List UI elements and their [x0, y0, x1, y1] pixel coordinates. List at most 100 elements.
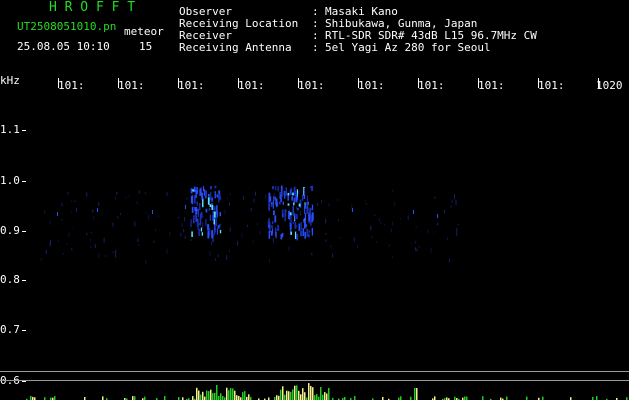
- meteor-echo-speck: [280, 196, 282, 203]
- noise-speck: [74, 200, 76, 202]
- meteor-echo-speck: [300, 222, 302, 231]
- noise-speck: [115, 196, 116, 200]
- meteor-echo-speck: [271, 228, 273, 234]
- meteor-echo-speck: [276, 199, 278, 208]
- meteor-echo-speck: [301, 194, 304, 201]
- histogram-bar: [248, 394, 250, 400]
- meteor-echo-speck: [219, 229, 222, 234]
- noise-speck: [137, 238, 139, 243]
- meteor-echo-speck: [211, 197, 213, 202]
- noise-speck: [117, 216, 119, 219]
- meteor-echo-speck: [196, 201, 198, 206]
- histogram-bar: [416, 388, 418, 400]
- noise-speck: [71, 248, 73, 251]
- meteor-echo-speck: [213, 230, 216, 235]
- noise-speck: [202, 225, 204, 228]
- time-tick-mark: [598, 78, 599, 88]
- noise-speck: [181, 222, 183, 228]
- meteor-echo-speck: [213, 207, 216, 210]
- frequency-unit-label: kHz: [0, 74, 20, 87]
- noise-speck: [390, 228, 392, 233]
- histogram-bar: [300, 394, 302, 400]
- noise-speck: [186, 197, 188, 200]
- meteor-echo-speck: [278, 201, 281, 205]
- noise-speck: [337, 199, 339, 201]
- noise-speck: [456, 227, 458, 232]
- noise-speck: [374, 214, 376, 217]
- noise-speck: [62, 253, 64, 255]
- meteor-echo-speck: [268, 218, 270, 223]
- meteor-echo-speck: [201, 232, 203, 236]
- noise-speck: [89, 239, 91, 242]
- noise-speck: [364, 200, 366, 202]
- histogram-bar: [482, 396, 484, 400]
- noise-speck: [321, 200, 323, 203]
- meteor-echo-speck: [272, 200, 274, 209]
- noise-speck: [392, 221, 394, 226]
- histogram-bar: [276, 395, 278, 400]
- noise-speck: [40, 258, 42, 261]
- noise-speck: [116, 192, 118, 195]
- noise-speck: [274, 193, 275, 196]
- meteor-echo-speck: [294, 213, 296, 220]
- histogram-top-line: [0, 371, 629, 372]
- noise-speck: [202, 216, 204, 218]
- meteor-echo-speck: [216, 228, 218, 235]
- meteor-echo-speck: [306, 195, 308, 202]
- histogram-bar: [236, 395, 238, 400]
- histogram-bar: [298, 390, 300, 400]
- meteor-echo-speck: [291, 196, 293, 201]
- noise-speck: [325, 218, 327, 224]
- meteor-echo-speck: [296, 214, 298, 220]
- noise-speck: [418, 245, 420, 248]
- meteor-echo-speck: [199, 203, 201, 211]
- meteor-echo-speck: [211, 230, 214, 239]
- meteor-echo-speck: [205, 208, 208, 213]
- noise-speck: [145, 211, 147, 214]
- meteor-echo-speck: [198, 228, 200, 236]
- noise-speck: [166, 192, 168, 196]
- noise-speck: [415, 247, 416, 251]
- histogram-bar: [218, 396, 220, 400]
- noise-speck: [446, 237, 448, 240]
- meteor-echo-speck: [303, 188, 305, 195]
- noise-speck: [265, 194, 267, 200]
- noise-speck: [136, 201, 138, 204]
- noise-speck: [190, 239, 192, 242]
- noise-speck: [246, 224, 248, 227]
- noise-speck: [365, 203, 367, 205]
- noise-speck: [237, 240, 239, 246]
- time-tick-mark: [418, 78, 419, 88]
- meteor-echo-speck: [210, 192, 212, 201]
- noise-speck: [144, 192, 146, 194]
- time-tick-label: 101:: [118, 79, 145, 92]
- meteor-echo-speck: [197, 223, 200, 226]
- meteor-echo-speck: [302, 228, 304, 236]
- noise-speck: [391, 255, 393, 259]
- histogram-bar: [292, 389, 294, 400]
- noise-speck: [255, 191, 256, 196]
- noise-speck: [70, 210, 72, 213]
- meteor-echo-speck: [204, 189, 205, 196]
- meteor-echo-speck: [215, 217, 217, 227]
- frequency-tick-label: 1.1: [0, 123, 20, 136]
- meteor-echo-speck: [202, 186, 205, 192]
- meteor-echo-speck: [214, 191, 216, 199]
- noise-speck: [229, 193, 231, 196]
- histogram-bar: [198, 390, 200, 400]
- meteor-echo-speck: [296, 233, 299, 241]
- hrofft-screen: H R O F F T UT2508051010.pn meteor 25.08…: [0, 0, 629, 400]
- histogram-bar: [228, 390, 230, 400]
- noise-speck: [92, 209, 94, 213]
- time-tick-label: 101:: [58, 79, 85, 92]
- meteor-echo-speck: [311, 212, 314, 221]
- meteor-echo-speck: [200, 212, 203, 219]
- meteor-echo-speck: [290, 231, 292, 235]
- meteor-echo-speck: [213, 211, 216, 218]
- meteor-echo-speck: [97, 208, 98, 212]
- histogram-bar: [284, 394, 286, 400]
- noise-speck: [256, 222, 258, 226]
- noise-speck: [49, 242, 51, 247]
- histogram-bar: [288, 391, 290, 400]
- meteor-echo-speck: [292, 192, 294, 196]
